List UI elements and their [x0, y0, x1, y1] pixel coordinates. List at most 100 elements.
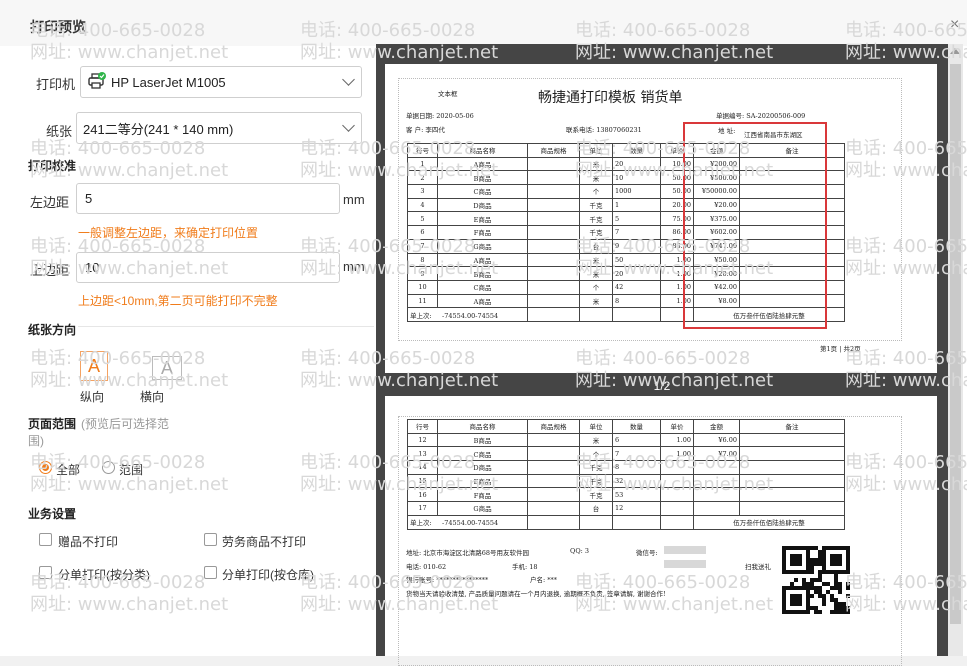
- table-cell: 千克: [579, 473, 613, 489]
- table-cell: [660, 487, 694, 503]
- table-cell: 50: [612, 252, 661, 268]
- business-title: 业务设置: [28, 507, 77, 521]
- landscape-button[interactable]: A: [152, 356, 182, 380]
- table-header-cell: 商品名称: [437, 419, 528, 434]
- doc-label: 文本框: [438, 90, 458, 98]
- scrollbar-thumb[interactable]: [950, 64, 961, 624]
- table-header-cell: 金额: [693, 419, 740, 434]
- no-gift-checkbox[interactable]: [39, 533, 52, 546]
- table-cell: 米: [579, 432, 613, 448]
- no-service-label[interactable]: 劳务商品不打印: [222, 533, 306, 550]
- table-cell: 53: [612, 487, 661, 503]
- table-cell: 16: [407, 487, 438, 503]
- table-cell: [693, 473, 740, 489]
- table-cell: 10: [612, 170, 661, 186]
- landscape-glyph: A: [160, 357, 173, 378]
- table-cell: 12: [407, 432, 438, 448]
- table-cell: [527, 266, 580, 281]
- total-value: -74554.00-74554: [442, 519, 499, 528]
- table-cell: 米: [579, 170, 613, 186]
- table-cell: [739, 473, 845, 489]
- footer-account: 户名: ***: [530, 576, 558, 584]
- close-icon[interactable]: ×: [950, 16, 959, 34]
- table-row: 14 D商品 千克 8: [407, 460, 845, 475]
- table-cell: 8: [612, 460, 661, 475]
- table-cell: D商品: [437, 460, 528, 475]
- table-cell: 20: [612, 266, 661, 281]
- table-cell: A商品: [437, 252, 528, 268]
- table-cell: [527, 501, 580, 516]
- watermark-site: 网址: www.chanjet.net: [30, 370, 229, 391]
- redacted-block: [664, 560, 706, 568]
- chevron-down-icon: [342, 119, 355, 132]
- table-cell: 米: [579, 156, 613, 172]
- table-cell: 9: [612, 238, 661, 254]
- split-by-warehouse-checkbox[interactable]: [204, 566, 217, 579]
- table-cell: 6: [407, 225, 438, 240]
- top-margin-input[interactable]: 10: [76, 252, 340, 283]
- range-all-label[interactable]: 全部: [56, 461, 80, 478]
- table-cell: 8: [407, 252, 438, 268]
- portrait-button[interactable]: A: [80, 351, 108, 381]
- table-cell: [739, 432, 845, 448]
- table-cell: [739, 446, 845, 462]
- table-cell: 1.00: [660, 446, 694, 462]
- table-cell: [693, 460, 740, 475]
- table-cell: 千克: [579, 211, 613, 227]
- divider: [78, 326, 374, 327]
- range-custom-radio[interactable]: [102, 461, 115, 474]
- doc-contact: 联系电话: 13807060231: [566, 126, 642, 134]
- table-cell: [527, 460, 580, 475]
- footer-phone: 电话: 010-62: [406, 563, 447, 571]
- no-gift-label[interactable]: 赠品不打印: [58, 533, 118, 550]
- left-margin-hint: 一般调整左边距，来确定打印位置: [78, 226, 259, 240]
- split-by-category-checkbox[interactable]: [39, 566, 52, 579]
- left-margin-unit: mm: [343, 192, 365, 207]
- dialog-title: 打印预览: [30, 19, 86, 35]
- scroll-up-icon[interactable]: [950, 48, 960, 54]
- table-cell: [527, 170, 580, 186]
- no-service-checkbox[interactable]: [204, 533, 217, 546]
- range-note: (预览后可选择范: [81, 417, 169, 431]
- table-cell: 个: [579, 446, 613, 462]
- table-header-cell: 单价: [660, 419, 694, 434]
- table-cell: [739, 501, 845, 516]
- paper-select[interactable]: 241二等分(241 * 140 mm): [76, 112, 362, 144]
- table-cell: F商品: [437, 487, 528, 503]
- left-margin-input[interactable]: 5: [76, 183, 340, 214]
- table-cell: 32: [612, 473, 661, 489]
- table-cell: [527, 432, 580, 448]
- page-footer: 第1页 | 共2页: [820, 345, 861, 353]
- redacted-block: [664, 546, 706, 554]
- table-header-cell: 数量: [612, 419, 661, 434]
- table-cell: 6: [612, 432, 661, 448]
- table-cell: B商品: [437, 432, 528, 448]
- table-cell: 5: [612, 211, 661, 227]
- table-cell: [739, 487, 845, 503]
- top-margin-unit: mm: [343, 259, 365, 274]
- range-note-2: 围): [28, 434, 44, 448]
- split-by-category-label[interactable]: 分单打印(按分类): [58, 566, 150, 583]
- chevron-down-icon: [342, 73, 355, 86]
- table-cell: 3: [407, 184, 438, 199]
- table-cell: [693, 487, 740, 503]
- total-value: -74554.00-74554: [442, 311, 499, 320]
- table-cell: 1: [407, 156, 438, 172]
- table-cell: A商品: [437, 293, 528, 309]
- paper-label: 纸张: [46, 124, 73, 139]
- range-title: 页面范围: [28, 417, 77, 431]
- printer-value: HP LaserJet M1005: [111, 74, 226, 90]
- footer-bank: 银行账号: ****************: [406, 576, 489, 584]
- watermark-site: 网址: www.chanjet.net: [30, 594, 229, 615]
- paper-value: 241二等分(241 * 140 mm): [83, 121, 234, 137]
- range-all-radio[interactable]: [39, 461, 52, 474]
- printer-select[interactable]: HP LaserJet M1005: [80, 66, 362, 98]
- table-cell: [527, 293, 580, 309]
- split-by-warehouse-label[interactable]: 分单打印(按仓库): [222, 566, 314, 583]
- table-cell: [660, 501, 694, 516]
- table-cell: [527, 487, 580, 503]
- table-cell: 12: [612, 501, 661, 516]
- table-cell: ¥6.00: [693, 432, 740, 448]
- range-custom-label[interactable]: 范围: [119, 461, 143, 478]
- table-cell: 7: [407, 238, 438, 254]
